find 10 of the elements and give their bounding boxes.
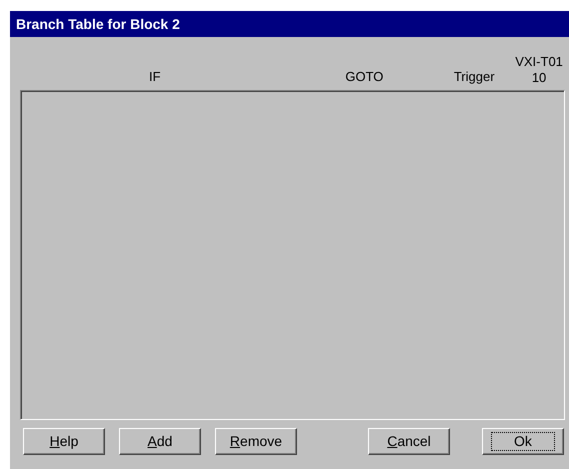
dialog-button[interactable]: Ok bbox=[482, 428, 564, 455]
column-header: GOTO bbox=[345, 68, 384, 84]
window-title: Branch Table for Block 2 bbox=[10, 11, 569, 37]
dialog-button[interactable]: Cancel bbox=[368, 428, 450, 455]
dialog-button[interactable]: Add bbox=[119, 428, 201, 455]
dialog-button[interactable]: Remove bbox=[215, 428, 297, 455]
column-header: VXI-T01 10 bbox=[515, 54, 563, 86]
column-header: IF bbox=[148, 68, 161, 84]
column-header: Trigger bbox=[454, 68, 495, 84]
dialog-button[interactable]: Help bbox=[23, 428, 105, 455]
